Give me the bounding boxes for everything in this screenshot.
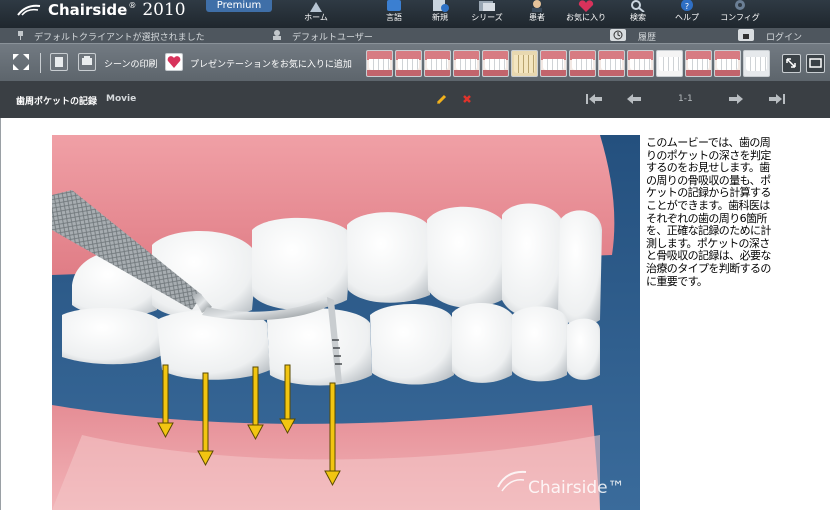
last-page-icon[interactable] xyxy=(768,93,786,105)
scene-thumbnail[interactable] xyxy=(569,50,596,77)
scene-thumbnail[interactable] xyxy=(395,50,422,77)
first-page-icon[interactable] xyxy=(585,93,603,105)
nav-label: お気に入り xyxy=(566,13,606,22)
print-scene-label[interactable]: シーンの印刷 xyxy=(104,57,158,70)
patient-icon xyxy=(532,0,542,12)
nav-search[interactable]: 検索 xyxy=(618,0,658,28)
search-icon xyxy=(631,0,645,12)
scene-thumbnail[interactable] xyxy=(714,50,741,77)
client-status: デフォルトクライアントが選択されました xyxy=(34,33,205,43)
scene-thumbnail[interactable] xyxy=(656,50,683,77)
toolbar: シーンの印刷 プレゼンテーションをお気に入りに追加 xyxy=(0,43,830,81)
nav-favorites[interactable]: お気に入り xyxy=(566,0,606,28)
scene-thumbnails xyxy=(366,50,770,77)
scene-thumbnail[interactable] xyxy=(424,50,451,77)
scene-thumbnail[interactable] xyxy=(511,50,538,77)
heart-icon xyxy=(167,56,181,68)
add-favorite-label[interactable]: プレゼンテーションをお気に入りに追加 xyxy=(190,57,352,70)
lock-icon[interactable] xyxy=(738,29,754,41)
scene-thumbnail[interactable] xyxy=(366,50,393,77)
pin-icon xyxy=(18,31,23,40)
brand-trademark: ® xyxy=(128,0,137,10)
scene-thumbnail[interactable] xyxy=(540,50,567,77)
movie-player[interactable]: Chairside™ xyxy=(52,135,640,510)
toolbar-divider xyxy=(40,53,41,73)
resize-button[interactable] xyxy=(782,54,801,73)
brand-name: Chairside xyxy=(48,1,128,19)
favorites-icon xyxy=(578,0,594,12)
top-navigation-bar: Chairside ® 2010 Premium ホーム 言語 新規 シリーズ xyxy=(0,0,830,28)
nav-language[interactable]: 言語 xyxy=(374,0,414,28)
monitor-icon xyxy=(809,58,822,68)
brand-year: 2010 xyxy=(142,0,186,20)
scene-info-button[interactable] xyxy=(50,53,68,71)
nav-config[interactable]: コンフィグ xyxy=(720,0,760,28)
scene-thumbnail[interactable] xyxy=(598,50,625,77)
scene-thumbnail[interactable] xyxy=(685,50,712,77)
scene-thumbnail[interactable] xyxy=(743,50,770,77)
series-icon xyxy=(479,1,495,11)
login-link[interactable]: ログイン xyxy=(766,30,802,43)
app-window: Chairside ® 2010 Premium ホーム 言語 新規 シリーズ xyxy=(0,0,830,510)
printer-icon xyxy=(82,56,92,65)
watermark-text: Chairside™ xyxy=(528,478,625,498)
previous-page-icon[interactable] xyxy=(626,93,642,105)
fullscreen-toggle-button[interactable] xyxy=(12,53,30,71)
nav-help[interactable]: ? ヘルプ xyxy=(667,0,707,28)
document-icon xyxy=(55,57,63,67)
chairside-logo-icon xyxy=(17,4,41,16)
nav-patient[interactable]: 患者 xyxy=(517,0,557,28)
nav-new[interactable]: 新規 xyxy=(420,0,460,28)
scene-thumbnail[interactable] xyxy=(627,50,654,77)
home-icon xyxy=(310,2,322,12)
movie-title: 歯周ポケットの記録 xyxy=(16,97,98,107)
print-scene-button[interactable] xyxy=(78,53,96,71)
nav-home[interactable]: ホーム xyxy=(296,0,336,28)
movie-header: 歯周ポケットの記録 Movie 1-1 xyxy=(0,81,830,118)
periodontal-pocket-illustration: Chairside™ xyxy=(52,135,640,510)
history-link[interactable]: 履歴 xyxy=(638,30,656,43)
page-indicator: 1-1 xyxy=(678,94,693,104)
brand: Chairside ® 2010 xyxy=(16,0,186,20)
present-button[interactable] xyxy=(806,54,825,73)
edit-pencil-icon[interactable] xyxy=(436,93,448,105)
scene-thumbnail[interactable] xyxy=(482,50,509,77)
edition-badge: Premium xyxy=(206,0,272,12)
history-icon[interactable] xyxy=(610,29,626,41)
language-icon xyxy=(387,0,401,11)
new-icon xyxy=(433,0,449,12)
help-icon: ? xyxy=(681,0,693,11)
add-favorite-button[interactable] xyxy=(165,53,183,71)
movie-type-label: Movie xyxy=(106,94,137,104)
scene-thumbnail[interactable] xyxy=(453,50,480,77)
nav-label: ヘルプ xyxy=(675,13,699,22)
config-icon xyxy=(735,0,745,10)
nav-label: コンフィグ xyxy=(720,13,760,22)
resize-icon xyxy=(786,58,796,68)
movie-description: このムービーでは、歯の周りのポケットの深さを判定するのをお見せします。歯の周りの… xyxy=(646,136,771,288)
content-border xyxy=(0,118,1,510)
user-status: デフォルトユーザー xyxy=(292,33,373,43)
expand-icon xyxy=(13,54,29,70)
nav-series[interactable]: シリーズ xyxy=(467,0,507,28)
delete-x-icon[interactable] xyxy=(462,94,472,104)
next-page-icon[interactable] xyxy=(728,93,744,105)
status-bar: デフォルトクライアントが選択されました デフォルトユーザー 履歴 ログイン xyxy=(0,28,830,43)
svg-text:?: ? xyxy=(685,2,689,11)
nav-label: ホーム xyxy=(304,13,328,22)
user-icon xyxy=(273,30,281,40)
